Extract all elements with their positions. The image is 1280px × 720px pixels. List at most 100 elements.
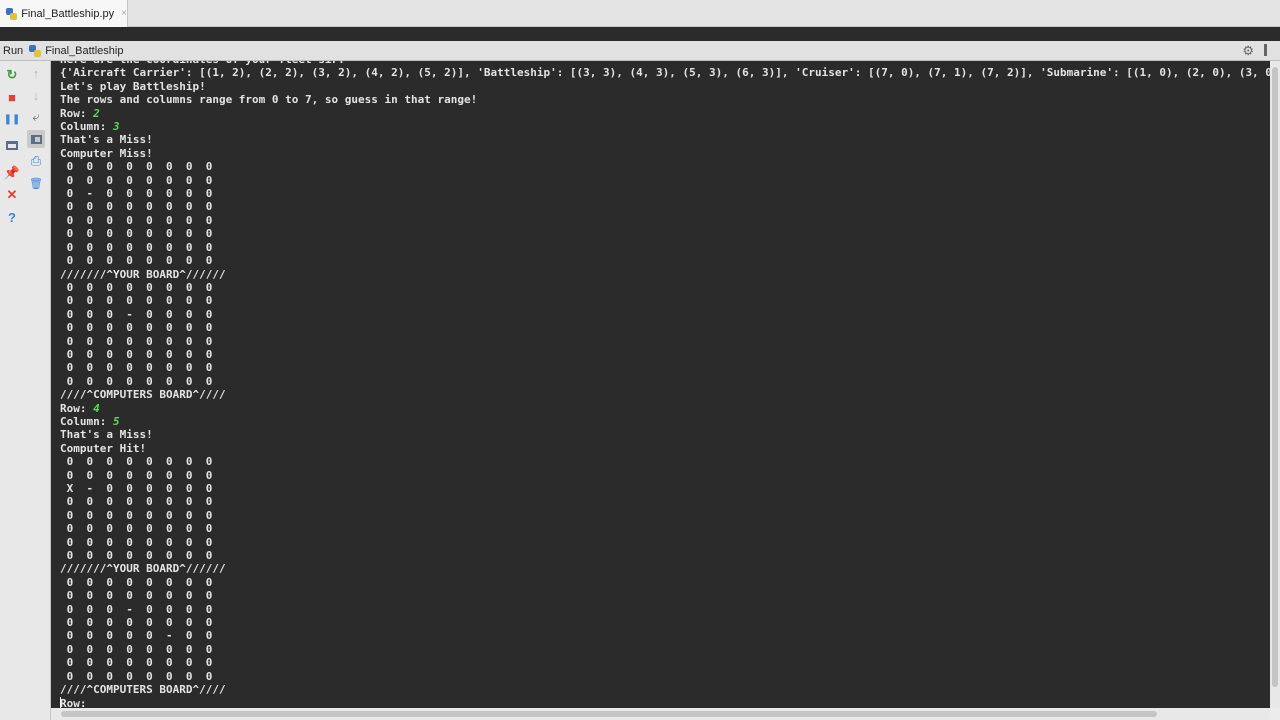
console-line: 0 0 0 0 0 0 0 0 [60,160,1270,173]
user-input-value: 5 [112,414,120,428]
console-line: 0 0 0 0 0 0 0 0 [60,509,1270,522]
user-input-value: 4 [93,401,100,415]
console-line: ///////^YOUR BOARD^////// [60,562,1270,575]
console-line-text: ///////^YOUR BOARD^////// [60,562,226,576]
tab-close-icon[interactable]: × [121,8,127,19]
console-line: 0 0 0 0 0 0 0 0 [60,227,1270,240]
console-line-text: 0 0 0 0 0 0 0 0 [60,280,213,294]
editor-area [0,27,1280,41]
hide-panel-icon[interactable] [1264,44,1274,56]
console-line-text: 0 0 0 0 0 0 0 0 [60,549,213,563]
console-line: 0 0 0 0 0 0 0 0 [60,335,1270,348]
console-line-text: That's a Miss! [60,133,153,147]
console-line-text: 0 0 0 0 0 0 0 0 [60,669,213,683]
console-line-text: Computer Hit! [60,441,147,455]
console-line-text: 0 0 0 0 0 0 0 0 [60,227,213,241]
console-line-text: 0 0 0 0 0 0 0 0 [60,240,213,254]
console-line: 0 0 0 0 0 0 0 0 [60,294,1270,307]
console-line-text: 0 0 0 0 0 0 0 0 [60,589,213,603]
console-line: 0 0 0 0 0 0 0 0 [60,643,1270,656]
scroll-up-icon[interactable]: ↑ [27,64,45,82]
help-icon[interactable]: ? [3,208,21,226]
python-file-icon [6,7,18,20]
python-run-config-icon [29,44,42,57]
console-line-text: 0 0 0 - 0 0 0 0 [60,307,213,321]
run-console-output[interactable]: Here are the coordinates of your fleet s… [51,61,1270,708]
console-line: The rows and columns range from 0 to 7, … [60,93,1270,106]
console-line-text: 0 0 0 0 0 0 0 0 [60,575,213,589]
run-configuration-tab[interactable]: Final_Battleship [29,44,124,57]
console-line: Column: 3 [60,120,1270,133]
print-icon[interactable]: ⎙ [27,152,45,170]
console-line-text: 0 0 0 0 0 0 0 0 [60,495,213,509]
editor-tab-bar: Final_Battleship.py × [0,0,1280,27]
console-line: 0 0 0 0 0 0 0 0 [60,469,1270,482]
console-line: Row: 4 [60,402,1270,415]
console-line: 0 0 0 0 0 0 0 0 [60,495,1270,508]
console-line-text: 0 0 0 0 0 0 0 0 [60,455,213,469]
editor-tab-final-battleship[interactable]: Final_Battleship.py × [0,0,128,27]
console-line: 0 0 0 0 0 0 0 0 [60,348,1270,361]
console-line-text: 0 - 0 0 0 0 0 0 [60,187,213,201]
console-line: 0 0 0 0 0 0 0 0 [60,670,1270,683]
console-line: 0 0 0 0 0 0 0 0 [60,536,1270,549]
pause-icon[interactable]: ❚❚ [3,110,21,128]
vertical-scroll-thumb[interactable] [1272,67,1278,687]
user-input-value: 2 [93,106,100,120]
console-line-text: 0 0 0 0 0 - 0 0 [60,629,213,643]
layout-icon[interactable] [3,136,21,154]
console-line: That's a Miss! [60,428,1270,441]
console-line-text: 0 0 0 0 0 0 0 0 [60,616,213,630]
console-line-text: 0 0 0 0 0 0 0 0 [60,642,213,656]
console-line-text: Computer Miss! [60,146,153,160]
console-line-text: 0 0 0 0 0 0 0 0 [60,254,213,268]
console-line: 0 0 0 0 0 - 0 0 [60,629,1270,642]
console-line: ////^COMPUTERS BOARD^//// [60,388,1270,401]
console-line-text: Here are the coordinates of your fleet s… [60,61,345,66]
console-line: 0 0 0 0 0 0 0 0 [60,174,1270,187]
console-line: 0 0 0 0 0 0 0 0 [60,254,1270,267]
rerun-icon[interactable]: ↻ [3,66,21,84]
console-vertical-scrollbar[interactable] [1270,61,1280,708]
console-line: 0 0 0 - 0 0 0 0 [60,308,1270,321]
console-lines: Here are the coordinates of your fleet s… [60,61,1270,708]
console-line-text: 0 0 0 0 0 0 0 0 [60,468,213,482]
run-toolbar-primary: ↻ ■ ❚❚ 📌 ✕ ? [0,61,24,720]
run-configuration-name: Final_Battleship [45,44,124,57]
console-line-text: 0 0 0 0 0 0 0 0 [60,656,213,670]
console-line-text: 0 0 0 0 0 0 0 0 [60,213,213,227]
console-line: 0 - 0 0 0 0 0 0 [60,187,1270,200]
console-line-text: ////^COMPUTERS BOARD^//// [60,388,226,402]
console-line-text: That's a Miss! [60,428,153,442]
console-line-text: 0 0 0 0 0 0 0 0 [60,374,213,388]
console-line-text: 0 0 0 0 0 0 0 0 [60,347,213,361]
console-line-text: Column: [60,414,113,428]
stop-icon[interactable]: ■ [3,88,21,106]
console-line: 0 0 0 0 0 0 0 0 [60,616,1270,629]
console-line-text: Let's play Battleship! [60,79,206,93]
console-line-text: 0 0 0 0 0 0 0 0 [60,321,213,335]
console-line: 0 0 0 0 0 0 0 0 [60,549,1270,562]
console-line: 0 0 0 0 0 0 0 0 [60,576,1270,589]
console-line-text: 0 0 0 0 0 0 0 0 [60,200,213,214]
scroll-to-end-icon[interactable] [27,130,45,148]
console-line: X - 0 0 0 0 0 0 [60,482,1270,495]
scroll-down-icon[interactable]: ↓ [27,86,45,104]
pin-tab-icon[interactable]: 📌 [3,164,21,182]
console-horizontal-scrollbar[interactable] [51,708,1270,720]
soft-wrap-icon[interactable]: ⤶ [27,108,45,126]
console-line: 0 0 0 0 0 0 0 0 [60,656,1270,669]
console-line: 0 0 0 0 0 0 0 0 [60,589,1270,602]
console-line: Row: 2 [60,107,1270,120]
console-line-text: 0 0 0 0 0 0 0 0 [60,535,213,549]
settings-gear-icon[interactable]: ⚙ [1242,43,1254,59]
console-line-text: 0 0 0 0 0 0 0 0 [60,160,213,174]
console-line-text: 0 0 0 0 0 0 0 0 [60,522,213,536]
close-icon[interactable]: ✕ [3,186,21,204]
run-panel-title: Run [3,44,24,57]
console-line: 0 0 0 0 0 0 0 0 [60,375,1270,388]
console-line-text: Row: [60,401,94,415]
horizontal-scroll-thumb[interactable] [61,711,1157,717]
clear-all-trash-icon[interactable]: 🗑 [27,174,45,192]
console-line: ////^COMPUTERS BOARD^//// [60,683,1270,696]
